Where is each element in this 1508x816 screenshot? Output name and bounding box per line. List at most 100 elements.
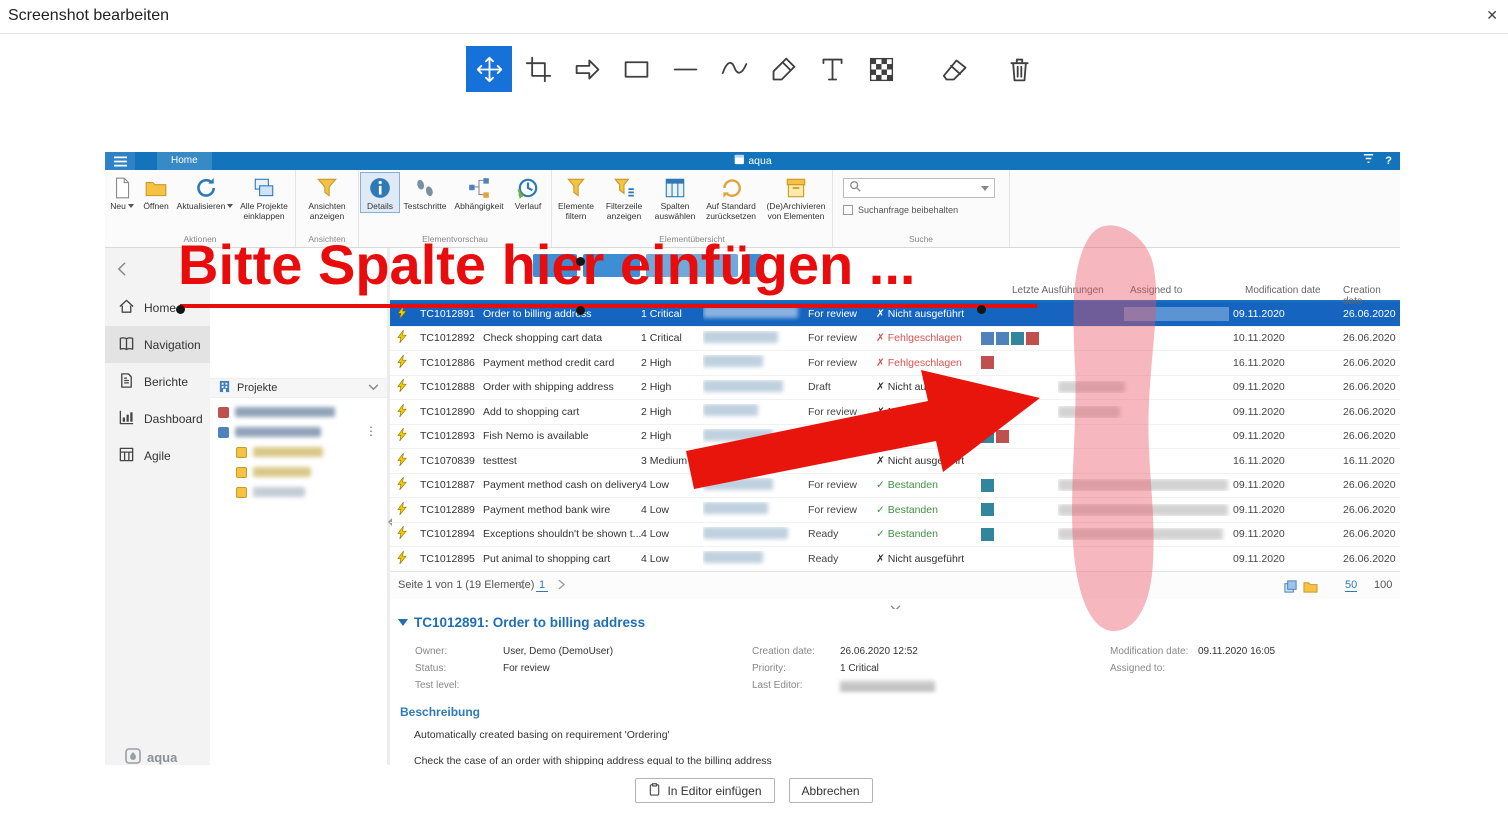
ribbon-button-refresh[interactable]: Aktualisieren [175, 173, 235, 212]
testcase-name-cell: Put animal to shopping cart [483, 553, 641, 565]
ribbon-button-dependency[interactable]: Abhängigkeit [451, 173, 507, 212]
current-page[interactable]: 1 [536, 579, 548, 592]
ribbon-button-collapse-all[interactable]: Alle Projekte einklappen [235, 173, 293, 222]
ribbon-button-test-steps[interactable]: Testschritte [399, 173, 451, 212]
keep-query-checkbox[interactable]: Suchanfrage beibehalten [843, 205, 999, 215]
more-options-icon[interactable]: ⋮ [365, 424, 377, 438]
ribbon-button-folder-open[interactable]: Öffnen [137, 173, 175, 212]
execution-squares [981, 430, 1058, 443]
test-case-row[interactable]: TC1012886Payment method credit card2 Hig… [390, 351, 1400, 376]
execution-square-icon [996, 430, 1009, 443]
text-tool[interactable] [809, 46, 855, 92]
result-glyph-icon: ✓ [876, 479, 885, 491]
col-assigned-to[interactable]: Assigned to [1130, 285, 1182, 296]
rectangle-tool[interactable] [613, 46, 659, 92]
selection-handle[interactable] [977, 305, 986, 314]
sidebar-item-navigation[interactable]: Navigation [105, 326, 210, 363]
sidebar: HomeNavigationBerichteDashboardAgile aqu… [105, 248, 210, 765]
collapse-sidebar-icon[interactable] [117, 262, 126, 281]
test-case-row[interactable]: TC1012892Check shopping cart data1 Criti… [390, 327, 1400, 352]
test-case-row[interactable]: TC1012893Fish Nemo is available2 High09.… [390, 425, 1400, 450]
pen-tool[interactable] [760, 46, 806, 92]
test-case-row[interactable]: TC1012889Payment method bank wire4 LowFo… [390, 498, 1400, 523]
ribbon-button-info[interactable]: Details [361, 173, 399, 212]
modification-date-cell: 10.11.2020 [1233, 332, 1343, 344]
selection-handle[interactable] [176, 305, 185, 314]
crop-tool[interactable] [515, 46, 561, 92]
col-modification-date[interactable]: Modification date [1245, 285, 1321, 296]
selection-handle[interactable] [576, 257, 585, 266]
status-cell: Ready [808, 528, 876, 540]
pagination-bar: Seite 1 von 1 (19 Elemente) 1 50 100 [390, 571, 1400, 599]
ribbon-search-input[interactable] [865, 183, 977, 194]
close-icon[interactable]: ✕ [1486, 7, 1498, 24]
help-icon[interactable]: ? [1385, 155, 1392, 167]
detail-splitter[interactable] [390, 599, 1400, 609]
selection-handle[interactable] [576, 306, 585, 315]
ribbon-button-reset[interactable]: Auf Standard zurücksetzen [700, 173, 762, 222]
prev-page-icon[interactable] [518, 579, 525, 593]
ribbon-button-archive[interactable]: (De)Archivieren von Elementen [762, 173, 830, 222]
testcase-id-cell: TC1012891 [420, 308, 483, 320]
test-case-row[interactable]: TC1012890Add to shopping cart2 HighFor r… [390, 400, 1400, 425]
ribbon-button-new-file[interactable]: Neu [107, 173, 137, 212]
ribbon-tab-home[interactable]: Home [157, 152, 212, 170]
ribbon-button-history[interactable]: Verlauf [507, 173, 549, 212]
ribbon-button-filter[interactable]: Elemente filtern [554, 173, 598, 222]
page-size-100[interactable]: 100 [1374, 579, 1392, 591]
text-annotation[interactable]: Bitte Spalte hier einfügen ... [178, 237, 915, 293]
menu-icon[interactable] [105, 152, 135, 170]
insert-in-editor-button[interactable]: In Editor einfügen [635, 778, 774, 803]
test-case-row[interactable]: TC1012888Order with shipping address2 Hi… [390, 376, 1400, 401]
project-item[interactable] [218, 482, 387, 502]
creation-date-cell: 26.06.2020 [1343, 430, 1400, 442]
priority-cell: 2 High [641, 406, 703, 418]
project-item[interactable] [218, 462, 387, 482]
page-size-50[interactable]: 50 [1345, 579, 1357, 592]
arrow-tool[interactable] [564, 46, 610, 92]
test-case-row[interactable]: TC1012894Exceptions shouldn't be shown t… [390, 523, 1400, 548]
sidebar-item-dashboard[interactable]: Dashboard [105, 400, 210, 437]
testcase-id-cell: TC1012895 [420, 553, 483, 565]
sidebar-item-agile[interactable]: Agile [105, 437, 210, 474]
pixelate-tool[interactable] [858, 46, 904, 92]
titlebar-filter-icon[interactable] [1362, 152, 1375, 170]
collapse-detail-icon [398, 619, 408, 626]
priority-cell: 2 High [641, 430, 703, 442]
project-item[interactable] [218, 402, 387, 422]
detail-title[interactable]: TC1012891: Order to billing address [398, 615, 645, 630]
search-dropdown-icon[interactable] [981, 186, 989, 191]
cancel-button[interactable]: Abbrechen [789, 778, 873, 803]
col-last-executions[interactable]: Letzte Ausführungen [1012, 285, 1104, 296]
test-case-row[interactable]: TC1070839testtest3 Medium✗ Nicht ausgefü… [390, 449, 1400, 474]
test-case-row[interactable]: TC1012895Put animal to shopping cart4 Lo… [390, 547, 1400, 572]
trash-tool[interactable] [996, 46, 1042, 92]
creation-date-cell: 16.11.2020 [1343, 455, 1400, 467]
sidebar-item-reports[interactable]: Berichte [105, 363, 210, 400]
result-glyph-icon: ✗ [876, 406, 885, 418]
copy-items-icon[interactable] [1283, 579, 1298, 597]
status-cell: Ready [808, 553, 876, 565]
project-item[interactable] [218, 442, 387, 462]
col-creation-date[interactable]: Creation date [1343, 285, 1400, 307]
projects-header[interactable]: Projekte [210, 378, 387, 398]
underline-annotation[interactable] [180, 304, 1037, 308]
testcase-bolt-icon [390, 379, 420, 395]
filter-row-icon [612, 175, 636, 201]
next-page-icon[interactable] [558, 579, 565, 593]
ribbon-button-views-filter[interactable]: Ansichten anzeigen [298, 173, 356, 222]
move-tool[interactable] [466, 46, 512, 92]
line-tool[interactable] [662, 46, 708, 92]
curve-tool[interactable] [711, 46, 757, 92]
ribbon-button-filter-row[interactable]: Filterzeile anzeigen [598, 173, 650, 222]
test-case-row[interactable]: TC1012887Payment method cash on delivery… [390, 474, 1400, 499]
detail-field: Test level: [415, 677, 613, 694]
blurred-assigned-block [1058, 504, 1228, 516]
folder-icon[interactable] [1303, 579, 1318, 597]
result-cell: ✗ Fehlgeschlagen [876, 332, 981, 344]
priority-cell: 4 Low [641, 553, 703, 565]
modification-date-cell: 09.11.2020 [1233, 381, 1343, 393]
ribbon-button-columns[interactable]: Spalten auswählen [650, 173, 700, 222]
project-item[interactable] [218, 422, 387, 442]
eraser-tool[interactable] [933, 46, 979, 92]
